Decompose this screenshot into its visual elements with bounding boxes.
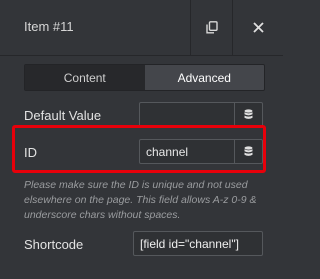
id-label: ID xyxy=(24,145,37,160)
duplicate-button[interactable] xyxy=(190,0,233,55)
panel-title: Item #11 xyxy=(24,19,74,34)
copy-icon xyxy=(206,21,218,34)
tab-content[interactable]: Content xyxy=(25,65,145,90)
default-value-field[interactable] xyxy=(139,102,263,127)
default-value-dynamic-button[interactable] xyxy=(234,103,262,126)
id-value: channel xyxy=(146,145,189,159)
database-icon xyxy=(244,146,253,156)
shortcode-field[interactable]: [field id="channel"] xyxy=(133,231,263,256)
shortcode-label: Shortcode xyxy=(24,237,84,252)
database-icon xyxy=(244,109,253,119)
default-value-label: Default Value xyxy=(24,108,102,123)
close-button[interactable] xyxy=(232,0,284,55)
shortcode-value: [field id="channel"] xyxy=(140,237,239,251)
id-dynamic-button[interactable] xyxy=(234,140,262,163)
id-input[interactable]: channel xyxy=(139,139,263,164)
close-icon xyxy=(253,22,264,33)
tab-advanced[interactable]: Advanced xyxy=(144,65,264,90)
panel-header: Item #11 xyxy=(0,0,283,56)
tab-bar: Content Advanced xyxy=(24,64,265,91)
id-help-text: Please make sure the ID is unique and no… xyxy=(24,179,257,221)
